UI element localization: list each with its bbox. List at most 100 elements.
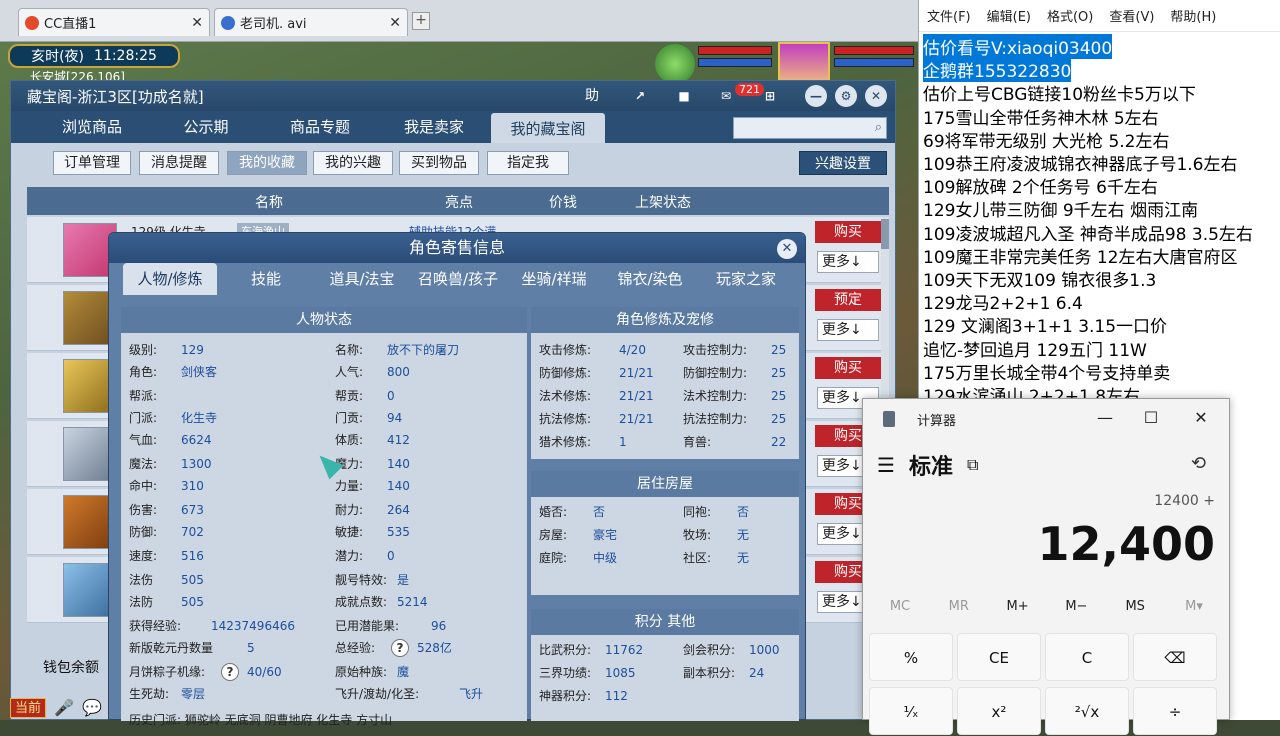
game-hud: 当前 🎤 💬 — [10, 696, 110, 720]
stat-label: 社区: — [683, 551, 712, 565]
stat-value: 516 — [181, 549, 204, 563]
stat-field: 命中: 310 — [129, 477, 204, 494]
notepad-line: 企鹅群155322830 — [923, 57, 1072, 83]
player-mp-bar — [834, 58, 914, 67]
stat-value: 25 — [771, 389, 787, 403]
col-status: 上架状态 — [635, 195, 691, 211]
list-header: 名称 亮点 价钱 上架状态 — [27, 187, 889, 215]
minimize-icon[interactable]: — — [805, 85, 827, 107]
help-hint-icon[interactable]: ? — [391, 639, 409, 657]
divide-key[interactable]: ÷ — [1133, 687, 1217, 735]
stat-label: 防御修炼: — [539, 366, 592, 380]
subtab-messages[interactable]: 消息提醒 — [139, 151, 219, 175]
hamburger-menu-icon[interactable]: ☰ — [877, 453, 895, 477]
tab-items[interactable]: 道具/法宝 — [315, 263, 409, 295]
stat-label: 潜力: — [335, 549, 364, 563]
buy-button[interactable]: 购买 — [815, 357, 881, 379]
new-tab-button[interactable]: + — [412, 12, 430, 30]
tab-seller[interactable]: 我是卖家 — [377, 111, 491, 143]
menu-help[interactable]: 帮助(H) — [1170, 6, 1216, 25]
keep-on-top-icon[interactable]: ⧉ — [967, 455, 978, 475]
tab-topics[interactable]: 商品专题 — [263, 111, 377, 143]
tab-character[interactable]: 人物/修炼 — [123, 263, 217, 295]
stat-field: 名称: 放不下的屠刀 — [335, 341, 459, 358]
current-channel-button[interactable]: 当前 — [10, 698, 46, 718]
reciprocal-key[interactable]: ¹⁄ₓ — [869, 687, 953, 735]
more-button[interactable]: 更多↓ — [817, 319, 879, 341]
stat-label: 门派: — [129, 411, 158, 425]
browser-tab-video[interactable]: 老司机. avi ✕ — [214, 8, 408, 36]
memory-subtract-button[interactable]: M− — [1047, 599, 1105, 614]
browser-tab-live[interactable]: CC直播1 ✕ — [18, 8, 210, 36]
pet-avatar-icon[interactable] — [655, 44, 695, 84]
subtab-bought[interactable]: 买到物品 — [399, 151, 479, 175]
share-icon[interactable]: ↗ — [629, 85, 651, 107]
more-button[interactable]: 更多↓ — [817, 251, 879, 273]
stat-label: 获得经验: — [129, 619, 182, 633]
cart-icon[interactable]: ⊞ — [759, 85, 781, 107]
stat-label: 比武积分: — [539, 643, 592, 657]
square-key[interactable]: x² — [957, 687, 1041, 735]
tab-skills[interactable]: 技能 — [219, 263, 313, 295]
subtab-favorites[interactable]: 我的收藏 — [227, 151, 307, 175]
stat-value: 310 — [181, 479, 204, 493]
chat-icon[interactable]: 💬 — [82, 698, 102, 717]
minimize-icon[interactable]: — — [1085, 405, 1125, 431]
close-icon[interactable]: ✕ — [865, 85, 887, 107]
stat-label: 法防 — [129, 595, 154, 609]
stat-value: 40/60 — [247, 665, 282, 679]
stat-label: 帮派: — [129, 389, 158, 403]
notepad-line: 175雪山全带任务神木林 5左右 — [923, 108, 1159, 129]
tab-public[interactable]: 公示期 — [149, 111, 263, 143]
memory-list-button[interactable]: M▾ — [1165, 599, 1223, 614]
help-hint-icon[interactable]: ? — [221, 663, 239, 681]
tab-browse[interactable]: 浏览商品 — [35, 111, 149, 143]
tab-outfits[interactable]: 锦衣/染色 — [603, 263, 697, 295]
stat-label: 耐力: — [335, 503, 364, 517]
stat-value: 25 — [771, 412, 787, 426]
tab-pets[interactable]: 召唤兽/孩子 — [411, 263, 505, 295]
help-button[interactable]: 助 — [585, 85, 613, 107]
search-icon[interactable]: ⌕ — [875, 120, 882, 135]
stat-label: 飞升/渡劫/化圣: — [335, 687, 420, 701]
subtab-assigned[interactable]: 指定我 — [487, 151, 569, 175]
clear-key[interactable]: C — [1045, 633, 1129, 681]
menu-view[interactable]: 查看(V) — [1109, 6, 1154, 25]
reserve-button[interactable]: 预定 — [815, 289, 881, 311]
memory-store-button[interactable]: MS — [1106, 599, 1164, 614]
menu-file[interactable]: 文件(F) — [927, 6, 971, 25]
close-icon[interactable]: ✕ — [777, 239, 797, 259]
stat-field: 三界功绩: 1085 — [539, 664, 636, 681]
tab-home[interactable]: 玩家之家 — [699, 263, 793, 295]
subtab-orders[interactable]: 订单管理 — [53, 151, 131, 175]
clear-entry-key[interactable]: CE — [957, 633, 1041, 681]
tab-my-cbg[interactable]: 我的藏宝阁 — [491, 113, 605, 143]
menu-edit[interactable]: 编辑(E) — [987, 6, 1031, 25]
square-root-key[interactable]: ²√x — [1045, 687, 1129, 735]
history-icon[interactable]: ⟲ — [1191, 453, 1206, 474]
maximize-icon[interactable]: ☐ — [1131, 405, 1171, 431]
close-icon[interactable]: ✕ — [191, 15, 203, 31]
memory-add-button[interactable]: M+ — [989, 599, 1047, 614]
record-icon[interactable]: ■ — [673, 85, 695, 107]
microphone-icon[interactable]: 🎤 — [54, 698, 74, 717]
memory-recall-button[interactable]: MR — [930, 599, 988, 614]
memory-clear-button[interactable]: MC — [871, 599, 929, 614]
close-icon[interactable]: ✕ — [389, 15, 401, 31]
notepad-line: 109解放碑 2个任务号 6千左右 — [923, 178, 1158, 199]
search-input[interactable]: ⌕ — [733, 117, 887, 139]
buy-button[interactable]: 购买 — [815, 221, 881, 243]
percent-key[interactable]: % — [869, 633, 953, 681]
scrollbar-thumb[interactable] — [881, 219, 889, 249]
menu-format[interactable]: 格式(O) — [1047, 6, 1093, 25]
tab-mounts[interactable]: 坐骑/祥瑞 — [507, 263, 601, 295]
interest-settings-button[interactable]: 兴趣设置 — [799, 151, 887, 175]
message-icon[interactable]: ✉ — [715, 85, 737, 107]
stat-label: 魔法: — [129, 457, 158, 471]
close-icon[interactable]: ✕ — [1181, 405, 1221, 431]
settings-gear-icon[interactable]: ⚙ — [835, 85, 857, 107]
stat-value: 528亿 — [417, 641, 452, 655]
stat-label: 气血: — [129, 433, 158, 447]
subtab-interests[interactable]: 我的兴趣 — [313, 151, 393, 175]
backspace-key[interactable]: ⌫ — [1133, 633, 1217, 681]
